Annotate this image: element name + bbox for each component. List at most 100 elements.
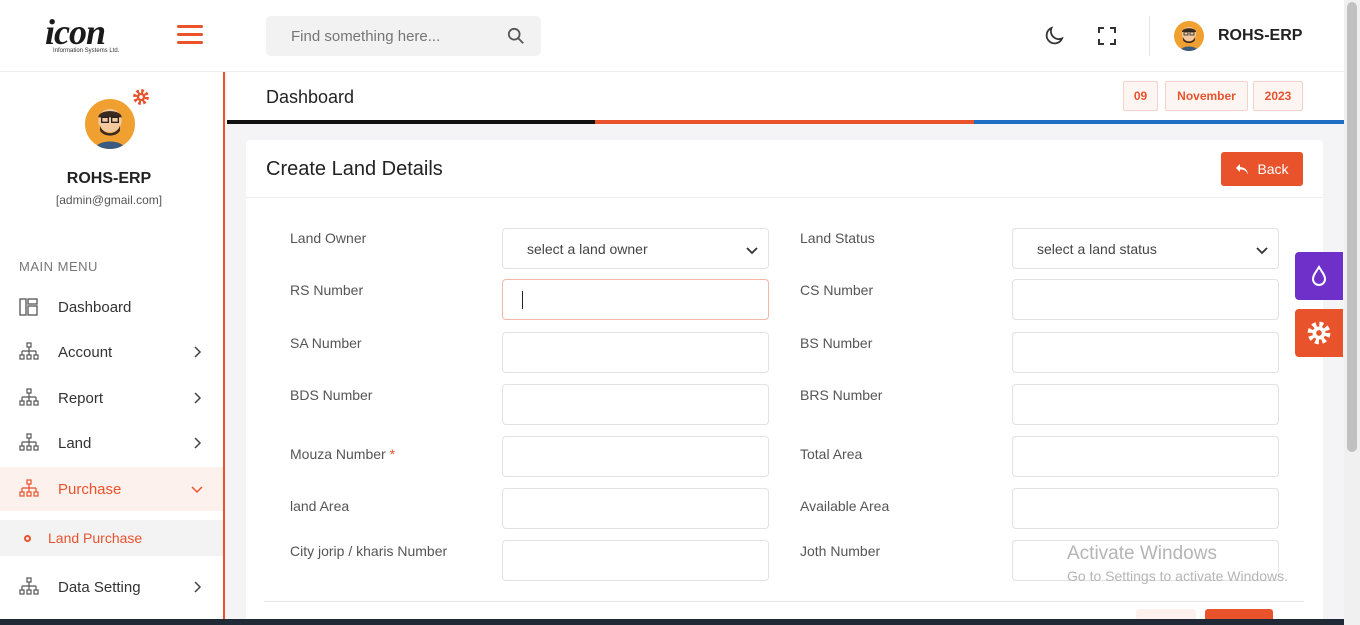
theme-color-button[interactable] bbox=[1295, 252, 1343, 300]
sidebar-item-purchase[interactable]: Purchase bbox=[0, 467, 223, 511]
sa-number-label: SA Number bbox=[290, 335, 362, 351]
land-status-select-value: select a land status bbox=[1037, 241, 1157, 257]
joth-number-label: Joth Number bbox=[800, 543, 881, 559]
city-jorip-label: City jorip / kharis Number bbox=[290, 543, 448, 559]
search-input[interactable] bbox=[266, 16, 486, 56]
chevron-right-icon bbox=[194, 392, 202, 404]
sidebar-item-dashboard[interactable]: Dashboard bbox=[0, 285, 223, 329]
chevron-down-icon bbox=[746, 247, 758, 255]
reset-button[interactable] bbox=[1136, 609, 1196, 619]
sidebar-item-label: Dashboard bbox=[58, 298, 132, 316]
bds-number-input[interactable] bbox=[502, 384, 769, 425]
fullscreen-icon[interactable] bbox=[1095, 24, 1119, 48]
scrollbar-thumb[interactable] bbox=[1347, 2, 1357, 452]
sitemap-icon bbox=[19, 388, 39, 406]
page-title: Dashboard bbox=[266, 87, 355, 107]
required-asterisk: * bbox=[389, 446, 396, 462]
submit-button[interactable] bbox=[1205, 609, 1273, 619]
land-status-select[interactable]: select a land status bbox=[1012, 228, 1279, 269]
bs-number-label: BS Number bbox=[800, 335, 873, 351]
sidebar-item-label: Data Setting bbox=[58, 578, 141, 596]
land-owner-label: Land Owner bbox=[290, 230, 367, 246]
back-button[interactable]: Back bbox=[1221, 152, 1303, 186]
dashboard-icon bbox=[19, 298, 38, 316]
sidebar-item-report[interactable]: Report bbox=[0, 376, 223, 420]
mouza-number-input[interactable] bbox=[502, 436, 769, 477]
sidebar-item-data-setting[interactable]: Data Setting bbox=[0, 565, 223, 609]
sidebar: ROHS-ERP [admin@gmail.com] MAIN MENU Das… bbox=[0, 72, 225, 625]
droplet-icon bbox=[1311, 265, 1327, 286]
land-owner-select-value: select a land owner bbox=[527, 241, 648, 257]
divider bbox=[1149, 16, 1150, 56]
date-month-badge: November bbox=[1165, 81, 1248, 111]
profile-avatar[interactable] bbox=[85, 99, 135, 149]
top-bar: icon Information Systems Ltd. ROHS-ERP bbox=[0, 0, 1344, 72]
mouza-number-label: Mouza Number * bbox=[290, 446, 395, 462]
chevron-down-icon bbox=[1256, 247, 1268, 255]
logo-text: icon bbox=[45, 12, 106, 52]
brand-logo[interactable]: icon Information Systems Ltd. bbox=[45, 14, 145, 58]
land-area-label: land Area bbox=[290, 498, 350, 514]
header-stripe-blue bbox=[974, 120, 1344, 124]
sidebar-item-account[interactable]: Account bbox=[0, 330, 223, 374]
brs-number-label: BRS Number bbox=[800, 387, 883, 403]
total-area-input[interactable] bbox=[1012, 436, 1279, 477]
city-jorip-input[interactable] bbox=[502, 540, 769, 581]
settings-fab-button[interactable] bbox=[1295, 309, 1343, 357]
mouza-number-label-text: Mouza Number bbox=[290, 446, 386, 462]
chevron-right-icon bbox=[194, 581, 202, 593]
form-footer-divider bbox=[264, 601, 1304, 602]
rs-number-label: RS Number bbox=[290, 282, 364, 298]
brs-number-input[interactable] bbox=[1012, 384, 1279, 425]
card-header: Create Land Details Back bbox=[246, 140, 1323, 198]
dark-mode-moon-icon[interactable] bbox=[1042, 24, 1066, 48]
available-area-input[interactable] bbox=[1012, 488, 1279, 529]
sa-number-input[interactable] bbox=[502, 332, 769, 373]
topbar-user-name[interactable]: ROHS-ERP bbox=[1218, 27, 1302, 45]
sitemap-icon bbox=[19, 342, 39, 360]
sidebar-item-label: Report bbox=[58, 389, 104, 407]
search-icon[interactable] bbox=[507, 27, 525, 45]
menu-section-title: MAIN MENU bbox=[19, 259, 98, 274]
land-status-label: Land Status bbox=[800, 230, 875, 246]
back-button-label: Back bbox=[1257, 161, 1289, 177]
chevron-down-icon bbox=[191, 486, 203, 494]
sidebar-item-label: Purchase bbox=[58, 480, 122, 498]
user-avatar[interactable] bbox=[1174, 21, 1204, 51]
header-stripe-orange bbox=[595, 120, 974, 124]
logo-subtitle: Information Systems Ltd. bbox=[53, 48, 120, 54]
reply-arrow-icon bbox=[1236, 164, 1249, 175]
land-owner-select[interactable]: select a land owner bbox=[502, 228, 769, 269]
chevron-right-icon bbox=[194, 437, 202, 449]
sidebar-subitem-land-purchase[interactable]: Land Purchase bbox=[0, 520, 223, 556]
sidebar-user-name: ROHS-ERP bbox=[66, 170, 152, 187]
bs-number-input[interactable] bbox=[1012, 332, 1279, 373]
available-area-label: Available Area bbox=[800, 498, 890, 514]
sidebar-item-label: Account bbox=[58, 343, 113, 361]
bullet-icon bbox=[24, 535, 31, 542]
activate-windows-subtitle: Go to Settings to activate Windows. bbox=[1067, 568, 1288, 584]
sitemap-icon bbox=[19, 479, 39, 497]
rs-number-input[interactable] bbox=[502, 279, 769, 320]
profile-settings-gear-icon[interactable] bbox=[131, 87, 151, 107]
sitemap-icon bbox=[19, 433, 39, 451]
cs-number-label: CS Number bbox=[800, 282, 874, 298]
sidebar-item-label: Land bbox=[58, 434, 92, 452]
gear-icon bbox=[1307, 321, 1331, 345]
bds-number-label: BDS Number bbox=[290, 387, 373, 403]
sidebar-user-email: [admin@gmail.com] bbox=[55, 193, 163, 207]
menu-toggle-icon[interactable] bbox=[177, 24, 205, 46]
sidebar-item-land[interactable]: Land bbox=[0, 421, 223, 465]
text-cursor bbox=[522, 291, 523, 309]
page-scrollbar[interactable] bbox=[1344, 0, 1360, 625]
total-area-label: Total Area bbox=[800, 446, 863, 462]
subitem-label: Land Purchase bbox=[48, 530, 143, 546]
chevron-right-icon bbox=[194, 346, 202, 358]
land-area-input[interactable] bbox=[502, 488, 769, 529]
card-title: Create Land Details bbox=[266, 158, 443, 180]
cs-number-input[interactable] bbox=[1012, 279, 1279, 320]
header-stripe-dark bbox=[227, 120, 595, 124]
date-day-badge: 09 bbox=[1123, 81, 1158, 111]
os-taskbar bbox=[0, 619, 1344, 625]
search-box bbox=[266, 16, 541, 56]
